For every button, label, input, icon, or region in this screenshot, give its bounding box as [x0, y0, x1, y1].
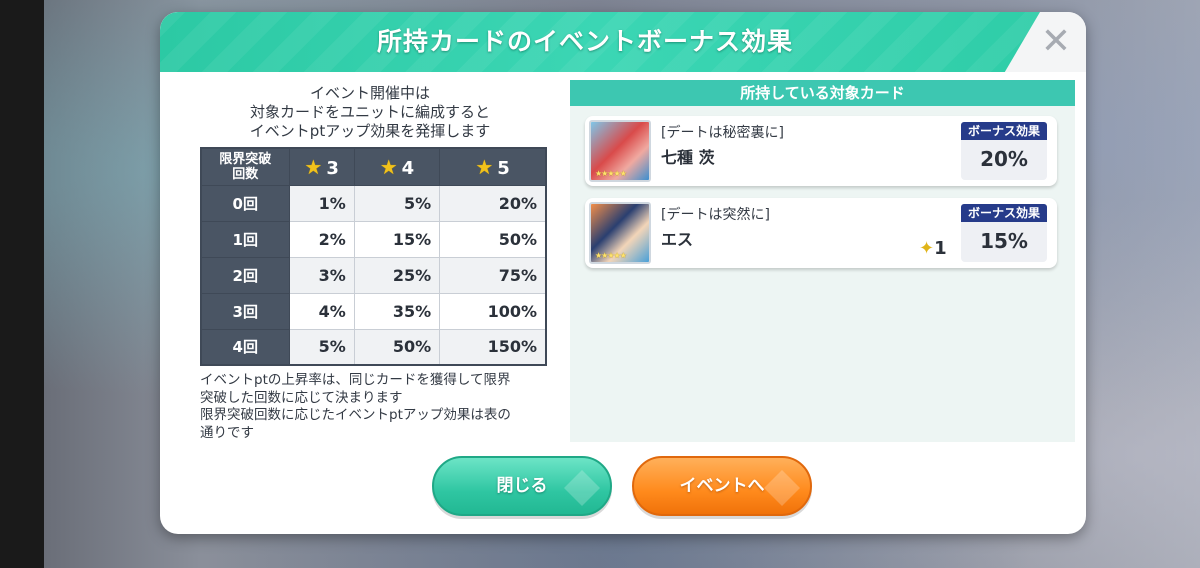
close-icon[interactable]: ✕	[1038, 24, 1074, 60]
rarity-5-header: ★ 5	[439, 147, 547, 186]
explanation-note: イベントptの上昇率は、同じカードを獲得して限界 突破した回数に応じて決まります…	[200, 372, 560, 442]
card-character-name: 七種 茨	[661, 148, 715, 167]
value-cell: 35%	[353, 292, 441, 330]
card-title: [デートは突然に]	[661, 207, 770, 223]
rank-column-header: 限界突破 回数	[200, 147, 290, 186]
value-cell: 5%	[288, 328, 355, 366]
intro-line: イベントptアップ効果を発揮します	[249, 122, 491, 140]
bonus-badge: ボーナス効果 15%	[961, 204, 1047, 262]
value-cell: 2%	[288, 220, 355, 258]
bonus-rate-table: 限界突破 回数 ★ 3 ★ 4 ★ 5 0回 1% 5% 20% 1回 2% 15% …	[200, 147, 547, 366]
bonus-label: ボーナス効果	[961, 204, 1047, 222]
sparkle-icon: ✦	[919, 238, 935, 259]
value-cell: 3%	[288, 256, 355, 294]
value-cell: 25%	[353, 256, 441, 294]
close-button[interactable]: 閉じる	[432, 456, 612, 516]
table-row: 2回 3% 25% 75%	[200, 256, 547, 294]
table-header-row: 限界突破 回数 ★ 3 ★ 4 ★ 5	[200, 147, 547, 186]
rarity-3-header: ★ 3	[288, 147, 355, 186]
table-row: 0回 1% 5% 20%	[200, 184, 547, 222]
event-button-label: イベントへ	[679, 476, 765, 496]
table-row: 3回 4% 35% 100%	[200, 292, 547, 330]
rank-cell: 3回	[200, 292, 290, 330]
rarity-stars-icon: ★★★★★	[595, 169, 627, 178]
event-bonus-dialog: 所持カードのイベントボーナス効果 ✕ イベント開催中は 対象カードをユニットに編…	[160, 12, 1086, 534]
rank-cell: 2回	[200, 256, 290, 294]
intro-text: イベント開催中は 対象カードをユニットに編成すると イベントptアップ効果を発揮…	[200, 84, 540, 141]
value-cell: 100%	[439, 292, 547, 330]
rank-cell: 4回	[200, 328, 290, 366]
value-cell: 50%	[353, 328, 441, 366]
button-decoration	[764, 470, 800, 506]
rank-cell: 1回	[200, 220, 290, 258]
star-icon: ★	[304, 154, 323, 179]
go-to-event-button[interactable]: イベントへ	[632, 456, 812, 516]
note-line: 通りです	[200, 424, 254, 441]
bonus-label: ボーナス効果	[961, 122, 1047, 140]
value-cell: 1%	[288, 184, 355, 222]
card-item[interactable]: ★★★★★ [デートは秘密裏に] 七種 茨 ボーナス効果 20%	[585, 116, 1057, 186]
value-cell: 75%	[439, 256, 547, 294]
rank-cell: 0回	[200, 184, 290, 222]
star-icon: ★	[475, 154, 494, 179]
value-cell: 20%	[439, 184, 547, 222]
rarity-stars-icon: ★★★★★	[595, 251, 627, 260]
value-cell: 4%	[288, 292, 355, 330]
card-thumbnail[interactable]: ★★★★★	[589, 120, 651, 182]
intro-line: イベント開催中は	[309, 84, 430, 102]
intro-line: 対象カードをユニットに編成すると	[249, 103, 490, 121]
value-cell: 50%	[439, 220, 547, 258]
note-line: 限界突破回数に応じたイベントptアップ効果は表の	[200, 407, 511, 423]
note-line: イベントptの上昇率は、同じカードを獲得して限界	[200, 372, 511, 388]
owned-cards-panel: 所持している対象カード ★★★★★ [デートは秘密裏に] 七種 茨 ボーナス効果…	[570, 80, 1075, 442]
owned-cards-header: 所持している対象カード	[570, 80, 1075, 106]
card-title: [デートは秘密裏に]	[661, 125, 784, 141]
table-row: 4回 5% 50% 150%	[200, 328, 547, 366]
card-item[interactable]: ★★★★★ [デートは突然に] エス ✦1 ボーナス効果 15%	[585, 198, 1057, 268]
value-cell: 150%	[439, 328, 547, 366]
card-character-name: エス	[661, 230, 694, 249]
bonus-value: 15%	[980, 229, 1028, 253]
limit-break-indicator: ✦1	[919, 238, 947, 259]
value-cell: 15%	[353, 220, 441, 258]
dialog-header: 所持カードのイベントボーナス効果 ✕	[160, 12, 1086, 72]
dialog-title: 所持カードのイベントボーナス効果	[376, 27, 793, 56]
bonus-badge: ボーナス効果 20%	[961, 122, 1047, 180]
rarity-4-header: ★ 4	[353, 147, 441, 186]
bonus-value: 20%	[980, 147, 1028, 171]
close-button-label: 閉じる	[496, 476, 548, 496]
limit-break-count: 1	[934, 238, 947, 259]
value-cell: 5%	[353, 184, 441, 222]
note-line: 突破した回数に応じて決まります	[200, 389, 403, 406]
table-row: 1回 2% 15% 50%	[200, 220, 547, 258]
button-decoration	[564, 470, 600, 506]
card-thumbnail[interactable]: ★★★★★	[589, 202, 651, 264]
star-icon: ★	[379, 154, 398, 179]
